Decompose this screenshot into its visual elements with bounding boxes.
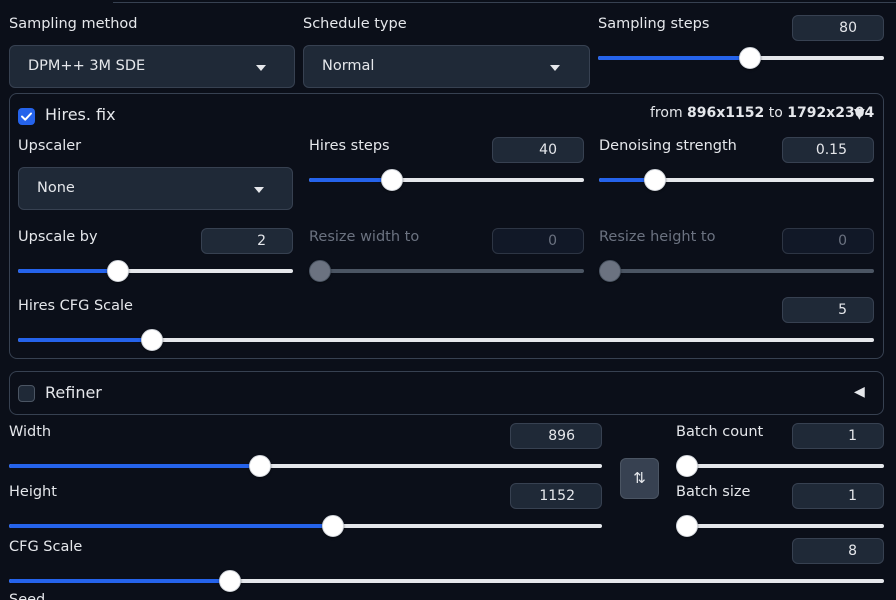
cfg-scale-input[interactable]: 8 bbox=[792, 538, 884, 564]
batch-count-slider[interactable] bbox=[676, 455, 884, 477]
slider-fill bbox=[9, 579, 231, 583]
cfg-scale-slider[interactable] bbox=[9, 570, 884, 592]
hires-steps-label: Hires steps bbox=[309, 138, 390, 154]
schedule-type-label: Schedule type bbox=[303, 16, 407, 32]
hires-cfg-scale-slider[interactable] bbox=[18, 329, 874, 351]
refiner-title: Refiner bbox=[45, 383, 102, 402]
hires-resolution-text: from 896x1152 to 1792x2304 bbox=[650, 105, 874, 121]
batch-count-label: Batch count bbox=[676, 424, 764, 440]
upscale-by-input[interactable]: 2 bbox=[201, 228, 293, 254]
hires-fix-checkbox[interactable] bbox=[18, 108, 35, 125]
upscaler-label: Upscaler bbox=[18, 138, 82, 154]
batch-count-input[interactable]: 1 bbox=[792, 423, 884, 449]
hires-steps-slider[interactable] bbox=[309, 169, 584, 191]
schedule-type-value: Normal bbox=[322, 58, 375, 74]
schedule-type-dropdown[interactable]: Normal bbox=[303, 45, 590, 88]
hires-fix-panel bbox=[9, 93, 884, 359]
chevron-down-icon bbox=[256, 65, 266, 71]
slider-thumb[interactable] bbox=[738, 47, 761, 69]
to-prefix: to bbox=[764, 105, 788, 121]
slider-thumb[interactable] bbox=[309, 260, 331, 282]
width-label: Width bbox=[9, 424, 52, 440]
hires-cfg-scale-input[interactable]: 5 bbox=[782, 297, 874, 323]
resize-width-input[interactable]: 0 bbox=[492, 228, 584, 254]
slider-thumb[interactable] bbox=[249, 455, 272, 477]
refiner-panel bbox=[9, 371, 884, 415]
height-label: Height bbox=[9, 484, 57, 500]
from-prefix: from bbox=[650, 105, 688, 121]
height-input[interactable]: 1152 bbox=[510, 483, 602, 509]
swap-arrows-icon: ⇅ bbox=[633, 469, 646, 487]
slider-thumb[interactable] bbox=[106, 260, 129, 282]
slider-thumb[interactable] bbox=[599, 260, 621, 282]
slider-thumb[interactable] bbox=[219, 570, 242, 592]
upscale-by-slider[interactable] bbox=[18, 260, 293, 282]
upscaler-value: None bbox=[37, 180, 75, 196]
top-divider bbox=[113, 0, 896, 3]
hires-fix-title: Hires. fix bbox=[45, 105, 116, 124]
collapse-toggle-icon[interactable]: ▼ bbox=[854, 106, 865, 122]
slider-fill bbox=[598, 56, 750, 60]
from-resolution: 896x1152 bbox=[687, 105, 765, 121]
slider-fill bbox=[9, 464, 261, 468]
seed-label: Seed bbox=[9, 592, 46, 600]
cfg-scale-label: CFG Scale bbox=[9, 539, 83, 555]
sampling-steps-slider[interactable] bbox=[598, 47, 884, 69]
slider-thumb[interactable] bbox=[321, 515, 344, 537]
sampling-method-label: Sampling method bbox=[9, 16, 138, 32]
resize-height-slider[interactable] bbox=[599, 260, 874, 282]
upscale-by-label: Upscale by bbox=[18, 229, 98, 245]
sampling-method-value: DPM++ 3M SDE bbox=[28, 58, 146, 74]
swap-dimensions-button[interactable]: ⇅ bbox=[620, 458, 659, 499]
refiner-checkbox[interactable] bbox=[18, 385, 35, 402]
slider-thumb[interactable] bbox=[140, 329, 163, 351]
denoising-strength-slider[interactable] bbox=[599, 169, 874, 191]
slider-thumb[interactable] bbox=[676, 515, 698, 537]
batch-size-slider[interactable] bbox=[676, 515, 884, 537]
denoising-strength-input[interactable]: 0.15 bbox=[782, 137, 874, 163]
slider-thumb[interactable] bbox=[643, 169, 666, 191]
chevron-down-icon bbox=[550, 65, 560, 71]
hires-cfg-scale-label: Hires CFG Scale bbox=[18, 298, 133, 314]
slider-thumb[interactable] bbox=[676, 455, 698, 477]
resize-width-slider[interactable] bbox=[309, 260, 584, 282]
width-slider[interactable] bbox=[9, 455, 602, 477]
width-input[interactable]: 896 bbox=[510, 423, 602, 449]
resize-height-label: Resize height to bbox=[599, 229, 716, 245]
batch-size-label: Batch size bbox=[676, 484, 751, 500]
batch-size-input[interactable]: 1 bbox=[792, 483, 884, 509]
slider-fill bbox=[18, 338, 152, 342]
sampling-method-dropdown[interactable]: DPM++ 3M SDE bbox=[9, 45, 295, 88]
hires-steps-input[interactable]: 40 bbox=[492, 137, 584, 163]
slider-fill bbox=[9, 524, 333, 528]
slider-fill bbox=[309, 178, 393, 182]
check-icon bbox=[21, 112, 32, 121]
denoising-strength-label: Denoising strength bbox=[599, 138, 737, 154]
resize-width-label: Resize width to bbox=[309, 229, 420, 245]
sampling-steps-label: Sampling steps bbox=[598, 16, 710, 32]
height-slider[interactable] bbox=[9, 515, 602, 537]
sampling-steps-input[interactable]: 80 bbox=[792, 15, 884, 41]
upscaler-dropdown[interactable]: None bbox=[18, 167, 293, 210]
chevron-down-icon bbox=[254, 187, 264, 193]
slider-fill bbox=[18, 269, 118, 273]
resize-height-input[interactable]: 0 bbox=[782, 228, 874, 254]
expand-toggle-icon[interactable]: ◀ bbox=[854, 384, 865, 400]
